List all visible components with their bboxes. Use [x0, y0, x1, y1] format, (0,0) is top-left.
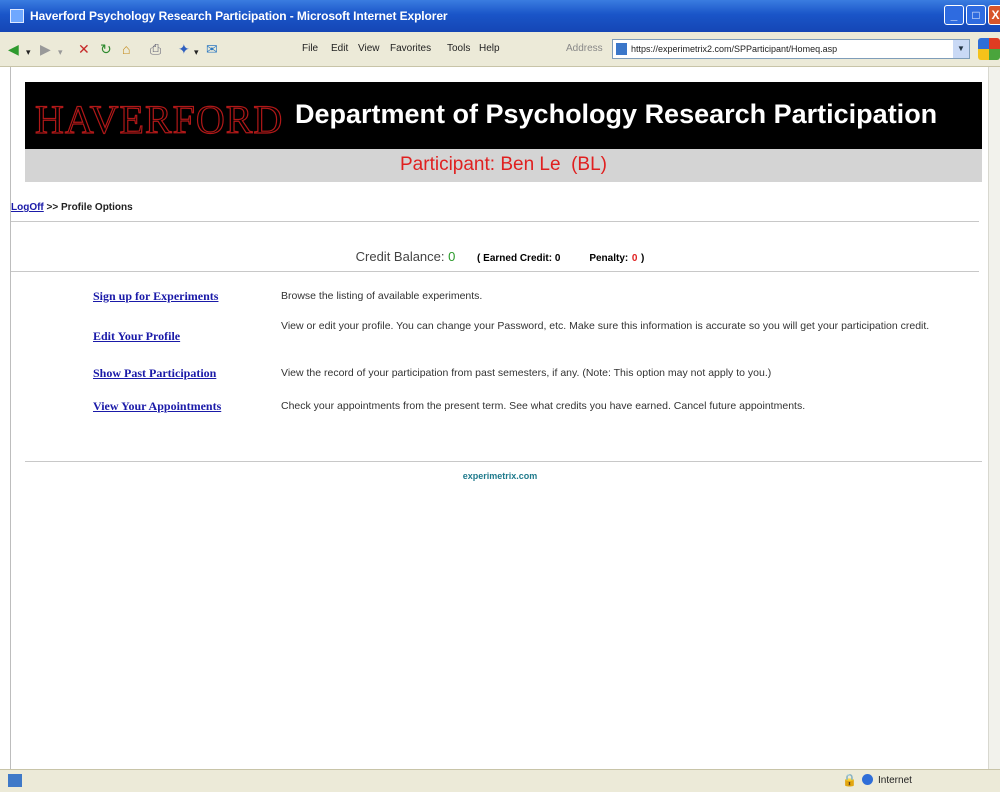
penalty-label: Penalty:	[589, 253, 629, 264]
menu-tools[interactable]: Tools	[447, 43, 470, 54]
breadcrumb-separator: >>	[43, 202, 62, 213]
back-icon[interactable]: ◀	[8, 41, 19, 57]
print-icon[interactable]: ⎙	[150, 41, 161, 57]
credit-summary: Credit Balance: 0 ( Earned Credit: 0 Pen…	[11, 249, 989, 264]
earned-credit-label: ( Earned Credit: 0	[477, 253, 561, 264]
divider	[11, 221, 979, 222]
stop-icon[interactable]: ✕	[78, 41, 90, 57]
breadcrumb: LogOff >> Profile Options	[11, 202, 133, 213]
logoff-link[interactable]: LogOff	[11, 202, 44, 213]
participant-bar: Participant: Ben Le (BL)	[25, 149, 982, 182]
lock-icon[interactable]: 🔒	[842, 773, 857, 787]
menu-help[interactable]: Help	[479, 43, 500, 54]
address-url[interactable]: https://experimetrix2.com/SPParticipant/…	[631, 44, 837, 54]
security-zone-label: Internet	[878, 775, 912, 786]
forward-icon[interactable]: ▶	[40, 41, 51, 57]
divider	[11, 271, 979, 272]
page-header: HAVERFORD Department of Psychology Resea…	[25, 82, 982, 149]
menu-view[interactable]: View	[358, 43, 380, 54]
refresh-icon[interactable]: ↻	[100, 41, 112, 57]
edit-profile-description: View or edit your profile. You can chang…	[281, 320, 930, 332]
past-participation-description: View the record of your participation fr…	[281, 367, 772, 379]
home-icon[interactable]: ⌂	[122, 41, 130, 57]
address-label: Address	[566, 43, 603, 54]
close-button[interactable]: X	[988, 5, 1000, 25]
haverford-logo: HAVERFORD	[34, 96, 284, 142]
address-bar[interactable]: https://experimetrix2.com/SPParticipant/…	[612, 39, 970, 59]
back-dropdown-icon[interactable]: ▾	[26, 44, 31, 60]
participant-name: Participant: Ben Le (BL)	[400, 154, 607, 175]
status-bar: 🔒 Internet	[0, 769, 1000, 792]
menu-favorites[interactable]: Favorites	[390, 43, 431, 54]
window-title: Haverford Psychology Research Participat…	[30, 9, 448, 23]
search-dropdown-icon[interactable]: ▾	[194, 44, 199, 60]
maximize-button[interactable]: □	[966, 5, 986, 25]
footer-divider	[25, 461, 982, 462]
sign-up-description: Browse the listing of available experime…	[281, 290, 483, 302]
appointments-link[interactable]: View Your Appointments	[93, 399, 221, 414]
breadcrumb-current: Profile Options	[61, 202, 133, 213]
close-paren: )	[641, 253, 645, 264]
page-content: HAVERFORD Department of Psychology Resea…	[10, 67, 989, 769]
experimetrix-link[interactable]: experimetrix.com	[11, 471, 989, 481]
windows-logo-icon	[978, 38, 1000, 60]
page-icon	[616, 43, 627, 55]
vertical-scrollbar[interactable]	[988, 67, 1000, 769]
window-title-bar[interactable]: Haverford Psychology Research Participat…	[0, 0, 1000, 32]
browser-toolbar: ◀ ▾ ▶ ▾ ✕ ↻ ⌂ ⎙ ✦ ▾ ✉ File Edit View Fav…	[0, 32, 1000, 67]
mail-icon[interactable]: ✉	[206, 41, 218, 57]
menu-file[interactable]: File	[302, 43, 318, 54]
appointments-description: Check your appointments from the present…	[281, 400, 806, 412]
edit-profile-link[interactable]: Edit Your Profile	[93, 329, 180, 344]
address-dropdown-icon[interactable]: ▼	[953, 40, 969, 58]
search-icon[interactable]: ✦	[178, 41, 190, 57]
page-status-icon	[8, 774, 22, 787]
minimize-button[interactable]: _	[944, 5, 964, 25]
past-participation-link[interactable]: Show Past Participation	[93, 366, 216, 381]
credit-balance-value: 0	[448, 249, 456, 264]
sign-up-link[interactable]: Sign up for Experiments	[93, 289, 218, 304]
penalty-value: 0	[631, 253, 638, 264]
credit-balance-label: Credit Balance:	[355, 249, 445, 264]
forward-dropdown-icon[interactable]: ▾	[58, 44, 63, 60]
menu-edit[interactable]: Edit	[331, 43, 348, 54]
ie-app-icon	[10, 9, 24, 23]
page-title: Department of Psychology Research Partic…	[295, 99, 938, 129]
globe-icon	[862, 774, 873, 785]
